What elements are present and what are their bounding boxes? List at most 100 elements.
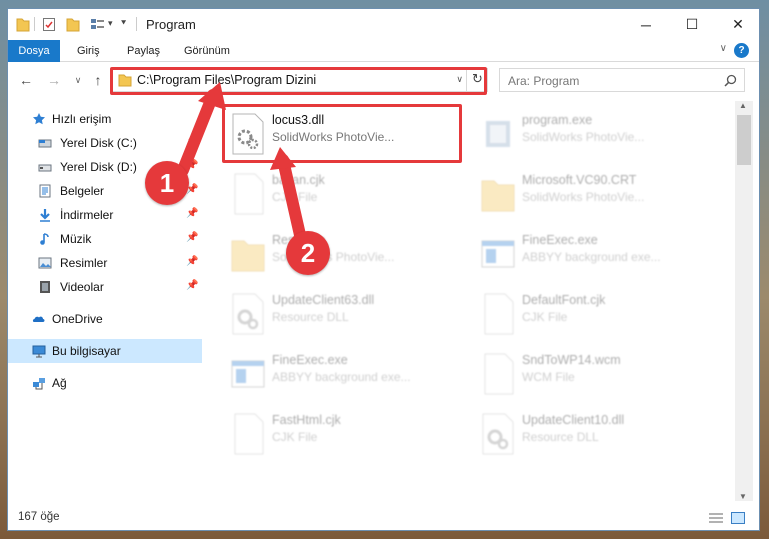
ribbon-tabs: Dosya Giriş Paylaş Görünüm ∨ ? bbox=[8, 40, 759, 62]
file-item[interactable]: program.exe SolidWorks PhotoVie... bbox=[476, 105, 716, 161]
chevron-down-icon: ∨ bbox=[74, 75, 82, 85]
folder-icon bbox=[118, 74, 132, 87]
pin-icon[interactable]: 📌 bbox=[186, 208, 198, 219]
vertical-scrollbar[interactable]: ▲ ▼ bbox=[735, 101, 753, 501]
pin-icon[interactable]: 📌 bbox=[186, 136, 198, 147]
pin-icon[interactable]: 📌 bbox=[186, 160, 198, 171]
file-name: Microsoft.VC90.CRT bbox=[522, 173, 637, 187]
dll-gear-icon bbox=[232, 293, 264, 335]
expand-ribbon-icon[interactable]: ∨ bbox=[720, 43, 727, 54]
file-description: CJK File bbox=[272, 190, 318, 204]
tab-home[interactable]: Giriş bbox=[77, 40, 100, 62]
window-title: Program bbox=[146, 17, 196, 32]
file-list: locus3.dll SolidWorks PhotoVie... progra… bbox=[208, 101, 736, 501]
file-description: Resource DLL bbox=[522, 430, 599, 444]
file-name: FastHtml.cjk bbox=[272, 413, 341, 427]
window-exe-icon bbox=[231, 360, 265, 388]
scrollbar-thumb[interactable] bbox=[737, 115, 751, 165]
back-button[interactable]: ← bbox=[16, 70, 36, 90]
file-item[interactable]: SndToWP14.wcm WCM File bbox=[476, 345, 716, 401]
navigation-bar: ← → ∨ ↑ C:\Program Files\Program Dizini … bbox=[8, 66, 759, 94]
maximize-icon: ☐ bbox=[685, 16, 699, 32]
help-icon[interactable]: ? bbox=[734, 43, 749, 58]
file-name: program.exe bbox=[522, 113, 593, 127]
file-item[interactable]: Resource SolidWorks PhotoVie... bbox=[226, 225, 466, 281]
blank-file-icon bbox=[484, 353, 514, 395]
scroll-up-icon[interactable]: ▲ bbox=[739, 101, 747, 110]
close-button[interactable]: ✕ bbox=[715, 9, 759, 40]
sidebar-item-onedrive[interactable]: OneDrive bbox=[8, 307, 202, 331]
file-description: SolidWorks PhotoVie... bbox=[522, 190, 645, 204]
sidebar-item-network[interactable]: Ağ bbox=[8, 371, 202, 395]
step-2-badge: 2 bbox=[286, 231, 330, 275]
file-item[interactable]: FineExec.exe ABBYY background exe... bbox=[226, 345, 466, 401]
sidebar-item-local-disk-c[interactable]: Yerel Disk (C:) 📌 bbox=[8, 131, 202, 155]
properties-icon[interactable] bbox=[42, 16, 56, 32]
scroll-down-icon[interactable]: ▼ bbox=[739, 492, 747, 501]
dropdown-chevron-icon[interactable]: ▾ bbox=[108, 18, 113, 34]
file-item[interactable]: UpdateClient63.dll Resource DLL bbox=[226, 285, 466, 341]
file-item[interactable]: Microsoft.VC90.CRT SolidWorks PhotoVie..… bbox=[476, 165, 716, 221]
file-name: UpdateClient10.dll bbox=[522, 413, 625, 427]
file-item[interactable]: FineExec.exe ABBYY background exe... bbox=[476, 225, 716, 281]
address-path: C:\Program Files\Program Dizini bbox=[137, 73, 317, 87]
tab-share[interactable]: Paylaş bbox=[127, 40, 160, 62]
blank-file-icon bbox=[484, 293, 514, 335]
search-placeholder: Ara: Program bbox=[508, 74, 580, 88]
sidebar-item-this-pc[interactable]: Bu bilgisayar bbox=[8, 339, 202, 363]
close-icon: ✕ bbox=[732, 16, 744, 32]
recent-locations-button[interactable]: ∨ bbox=[68, 70, 88, 90]
sidebar-item-pictures[interactable]: Resimler 📌 bbox=[8, 251, 202, 275]
sidebar-item-downloads[interactable]: İndirmeler 📌 bbox=[8, 203, 202, 227]
sidebar-item-label: OneDrive bbox=[52, 312, 103, 326]
file-item[interactable]: bacan.cjk CJK File bbox=[226, 165, 466, 221]
item-count: 167 öğe bbox=[18, 511, 60, 523]
file-item[interactable]: DefaultFont.cjk CJK File bbox=[476, 285, 716, 341]
forward-arrow-icon: → bbox=[47, 72, 61, 88]
network-icon bbox=[33, 378, 45, 390]
dll-gear-icon bbox=[482, 413, 514, 455]
pin-icon[interactable]: 📌 bbox=[186, 256, 198, 267]
file-description: SolidWorks PhotoVie... bbox=[272, 130, 395, 144]
sidebar-item-music[interactable]: Müzik 📌 bbox=[8, 227, 202, 251]
sidebar-item-label: Belgeler bbox=[60, 184, 105, 198]
refresh-icon[interactable]: ↻ bbox=[466, 68, 488, 92]
sidebar-item-label: Yerel Disk (C:) bbox=[60, 136, 137, 150]
window-exe-icon bbox=[481, 240, 515, 268]
file-item[interactable]: FastHtml.cjk CJK File bbox=[226, 405, 466, 461]
address-dropdown-icon[interactable]: ∨ bbox=[456, 74, 463, 85]
onedrive-icon bbox=[32, 316, 45, 322]
tab-view[interactable]: Görünüm bbox=[184, 40, 230, 62]
sidebar-item-label: Videolar bbox=[60, 280, 104, 294]
title-bar: ▾ ⯆ Program ─ ☐ ✕ bbox=[8, 9, 759, 40]
sidebar-item-videos[interactable]: Videolar 📌 bbox=[8, 275, 202, 299]
forward-button[interactable]: → bbox=[44, 70, 64, 90]
file-description: CJK File bbox=[272, 430, 318, 444]
search-icon bbox=[724, 74, 737, 87]
view-options-icon[interactable] bbox=[90, 16, 106, 32]
details-view-icon[interactable] bbox=[708, 512, 724, 525]
customize-toolbar-icon[interactable]: ⯆ bbox=[120, 18, 127, 34]
sidebar-item-quick-access[interactable]: Hızlı erişim bbox=[8, 107, 202, 131]
tab-file[interactable]: Dosya bbox=[8, 40, 60, 62]
large-icons-view-icon[interactable] bbox=[730, 511, 746, 525]
file-description: SolidWorks PhotoVie... bbox=[522, 130, 645, 144]
pictures-icon bbox=[38, 257, 52, 269]
download-icon bbox=[40, 209, 50, 222]
status-bar: 167 öğe bbox=[8, 505, 759, 530]
sidebar-item-label: Hızlı erişim bbox=[52, 112, 112, 126]
file-item[interactable]: UpdateClient10.dll Resource DLL bbox=[476, 405, 716, 461]
folder-icon bbox=[16, 18, 30, 32]
address-bar[interactable]: C:\Program Files\Program Dizini ∨ ↻ bbox=[111, 68, 488, 92]
sidebar-item-label: Ağ bbox=[52, 376, 67, 390]
file-description: WCM File bbox=[522, 370, 575, 384]
minimize-button[interactable]: ─ bbox=[623, 9, 669, 40]
pin-icon[interactable]: 📌 bbox=[186, 280, 198, 291]
up-button[interactable]: ↑ bbox=[88, 70, 108, 90]
pin-icon[interactable]: 📌 bbox=[186, 232, 198, 243]
file-item[interactable]: locus3.dll SolidWorks PhotoVie... bbox=[226, 105, 466, 161]
new-folder-icon[interactable] bbox=[66, 16, 80, 32]
maximize-button[interactable]: ☐ bbox=[669, 9, 715, 40]
search-box[interactable]: Ara: Program bbox=[499, 68, 745, 92]
blank-file-icon bbox=[234, 413, 264, 455]
